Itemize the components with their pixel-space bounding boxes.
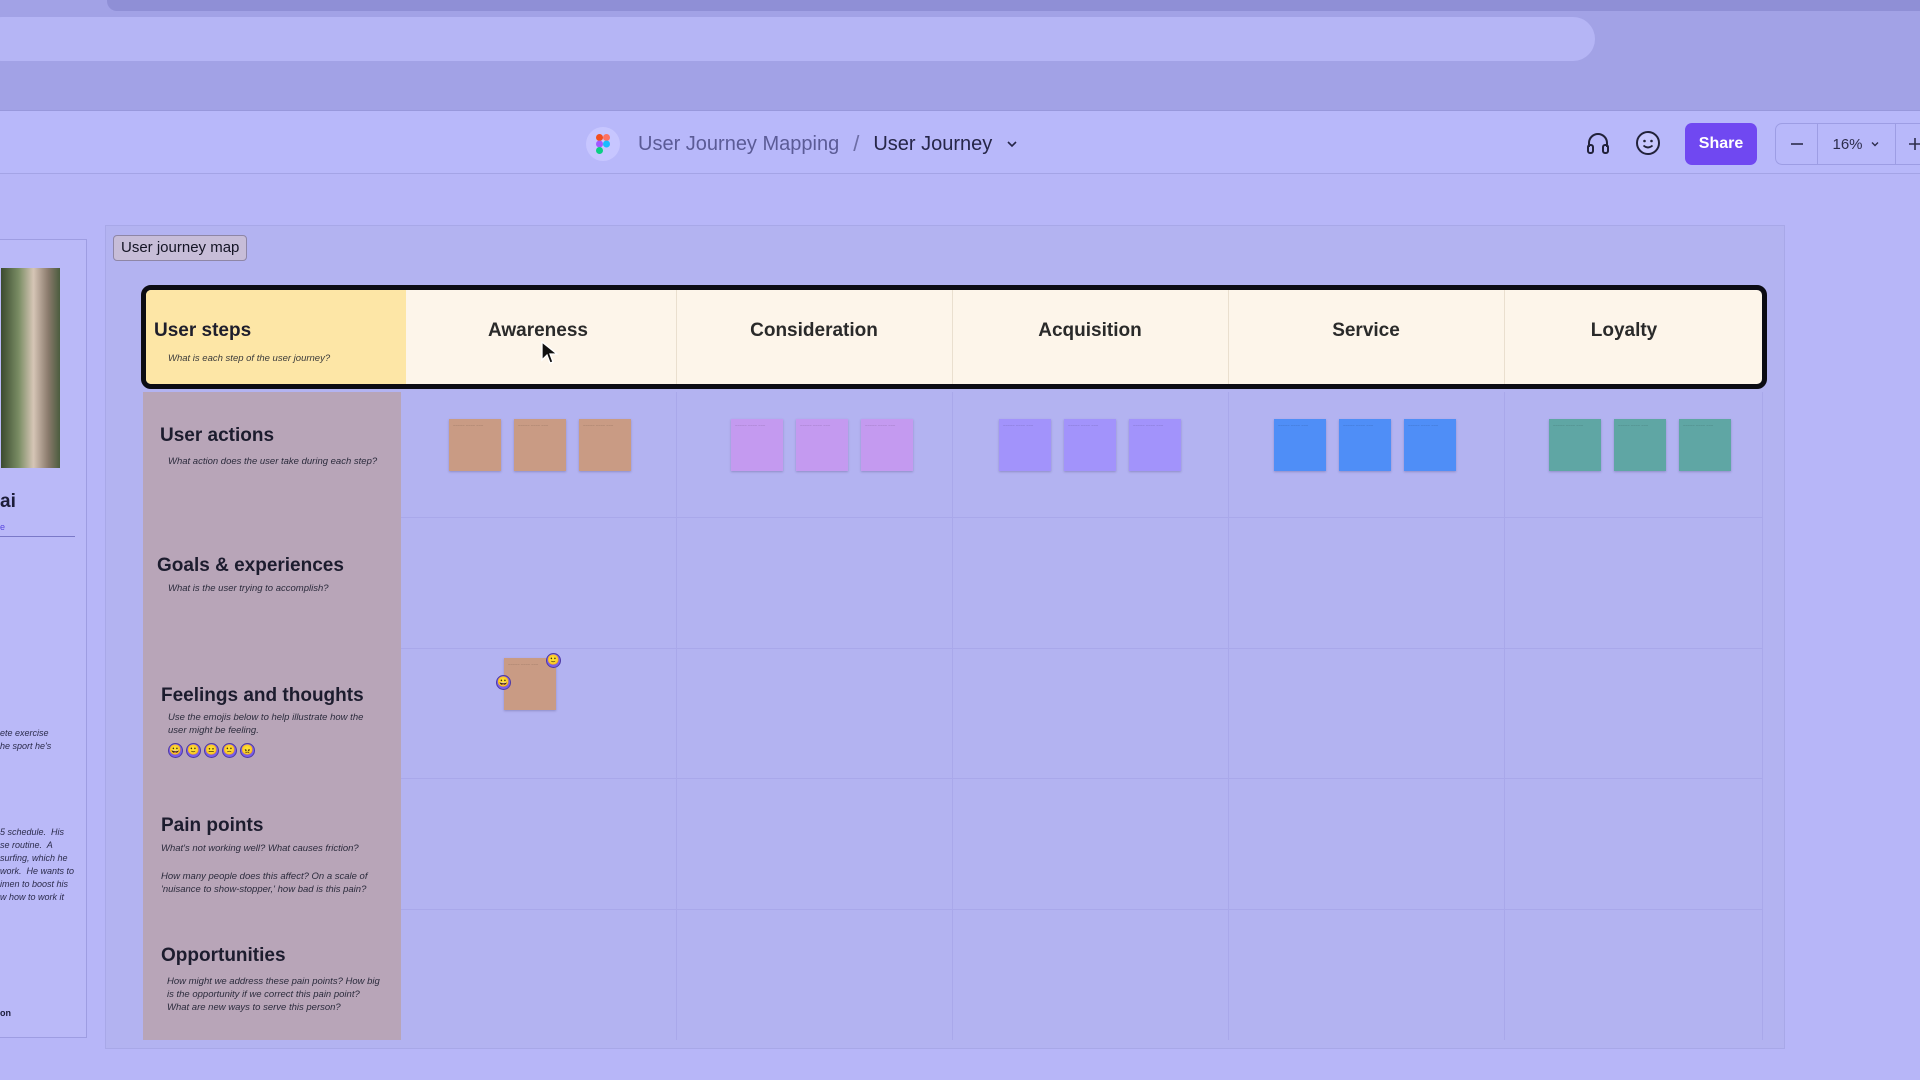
sticky-note[interactable]: ~~~~~ ~~~~ ~~~ <box>1339 419 1391 471</box>
row-title-opportunities: Opportunities <box>161 945 286 966</box>
user-steps-title: User steps <box>154 320 252 341</box>
zoom-in-button[interactable] <box>1896 124 1920 164</box>
breadcrumb-separator: / <box>853 131 860 156</box>
persona-divider <box>0 536 75 537</box>
zoom-control: 16% <box>1775 123 1920 165</box>
breadcrumb-parent[interactable]: User Journey Mapping <box>638 133 839 156</box>
grid-line <box>1504 392 1505 1040</box>
persona-bio-2: 5 schedule. His se routine. A surfing, w… <box>0 827 75 902</box>
grid-line <box>1762 392 1763 1040</box>
user-steps-label-cell: User steps What is each step of the user… <box>146 290 406 384</box>
step-loyalty[interactable]: Loyalty <box>1504 320 1744 342</box>
user-steps-subtitle: What is each step of the user journey? <box>168 353 331 364</box>
emoji-angry-icon[interactable]: 😠 <box>240 743 255 758</box>
sticky-note[interactable]: ~~~~~ ~~~~ ~~~ <box>579 419 631 471</box>
headphones-icon[interactable] <box>1582 127 1614 159</box>
sticky-note[interactable]: ~~~~~ ~~~~ ~~~ <box>514 419 566 471</box>
emoji-happy-icon[interactable]: 😀 <box>496 675 511 690</box>
grid-line <box>401 778 1763 779</box>
figma-toolbar: User Journey Mapping / User Journey Shar… <box>0 110 1920 174</box>
sticky-note[interactable]: ~~~~~ ~~~~ ~~~ <box>731 419 783 471</box>
persona-photo <box>1 268 60 468</box>
emoji-smile-icon[interactable]: 🙂 <box>186 743 201 758</box>
sticky-note[interactable]: ~~~~~ ~~~~ ~~~ <box>1679 419 1731 471</box>
breadcrumb: User Journey Mapping / User Journey <box>638 131 1020 157</box>
zoom-out-button[interactable] <box>1776 124 1818 164</box>
emoji-sad-icon[interactable]: 🙁 <box>222 743 237 758</box>
smiley-icon[interactable] <box>1632 127 1664 159</box>
step-acquisition[interactable]: Acquisition <box>952 320 1228 342</box>
row-title-pain-points: Pain points <box>161 815 264 836</box>
sticky-note[interactable]: ~~~~~ ~~~~ ~~~ <box>796 419 848 471</box>
sticky-note[interactable]: ~~~~~ ~~~~ ~~~ <box>1404 419 1456 471</box>
minus-icon <box>1790 143 1803 145</box>
step-service[interactable]: Service <box>1228 320 1504 342</box>
browser-tab-strip <box>107 0 1920 11</box>
row-subtitle-opportunities: How might we address these pain points? … <box>167 976 380 1013</box>
zoom-level-dropdown[interactable]: 16% <box>1818 124 1896 164</box>
row-subtitle-pain-points: What's not working well? What causes fri… <box>161 843 359 854</box>
step-consideration[interactable]: Consideration <box>676 320 952 342</box>
sticky-note[interactable]: ~~~~~ ~~~~ ~~~ <box>999 419 1051 471</box>
persona-card[interactable]: ai e ete exercise he sport he's 5 schedu… <box>0 239 87 1038</box>
breadcrumb-current[interactable]: User Journey <box>873 133 992 156</box>
grid-line <box>401 648 1763 649</box>
grid-line <box>401 909 1763 910</box>
emoji-smile-icon[interactable]: 🙂 <box>546 653 561 668</box>
row-subtitle-user-actions: What action does the user take during ea… <box>168 456 378 467</box>
grid-line <box>401 517 1763 518</box>
grid-line <box>676 392 677 1040</box>
sticky-note[interactable]: ~~~~~ ~~~~ ~~~ <box>861 419 913 471</box>
row-title-goals: Goals & experiences <box>157 555 344 576</box>
sticky-note[interactable]: ~~~~~ ~~~~ ~~~ <box>449 419 501 471</box>
sticky-note[interactable]: ~~~~~ ~~~~ ~~~ <box>1549 419 1601 471</box>
figma-logo-icon[interactable] <box>586 127 620 161</box>
zoom-level: 16% <box>1832 135 1863 153</box>
grid-line <box>1228 392 1229 1040</box>
sticky-note[interactable]: ~~~~~ ~~~~ ~~~ <box>1274 419 1326 471</box>
row-title-feelings: Feelings and thoughts <box>161 685 364 706</box>
persona-link[interactable]: e <box>0 522 5 532</box>
sticky-note[interactable]: ~~~~~ ~~~~ ~~~ <box>1614 419 1666 471</box>
user-steps-row[interactable]: User steps What is each step of the user… <box>141 285 1767 389</box>
canvas[interactable]: ai e ete exercise he sport he's 5 schedu… <box>0 175 1920 1080</box>
row-title-user-actions: User actions <box>160 425 275 446</box>
share-button[interactable]: Share <box>1685 123 1757 165</box>
persona-bio-1: ete exercise he sport he's <box>0 728 52 751</box>
chevron-down-icon <box>1871 142 1878 147</box>
frame-label[interactable]: User journey map <box>113 235 248 261</box>
chevron-down-icon[interactable] <box>1004 136 1020 152</box>
row-subtitle-feelings: Use the emojis below to help illustrate … <box>168 712 364 736</box>
persona-name: ai <box>0 491 16 512</box>
emoji-happy-icon[interactable]: 😀 <box>168 743 183 758</box>
sticky-note[interactable]: ~~~~~ ~~~~ ~~~ <box>1064 419 1116 471</box>
mouse-cursor-icon <box>541 341 559 364</box>
emoji-neutral-icon[interactable]: 😐 <box>204 743 219 758</box>
row-subtitle-pain-points-2: How many people does this affect? On a s… <box>161 871 368 895</box>
address-bar[interactable] <box>0 17 1595 61</box>
plus-icon <box>1909 138 1920 150</box>
persona-bold-text: on <box>0 1008 11 1018</box>
row-subtitle-goals: What is the user trying to accomplish? <box>168 583 329 594</box>
grid-line <box>952 392 953 1040</box>
sticky-note[interactable]: ~~~~~ ~~~~ ~~~ <box>1129 419 1181 471</box>
step-awareness[interactable]: Awareness <box>400 320 676 342</box>
